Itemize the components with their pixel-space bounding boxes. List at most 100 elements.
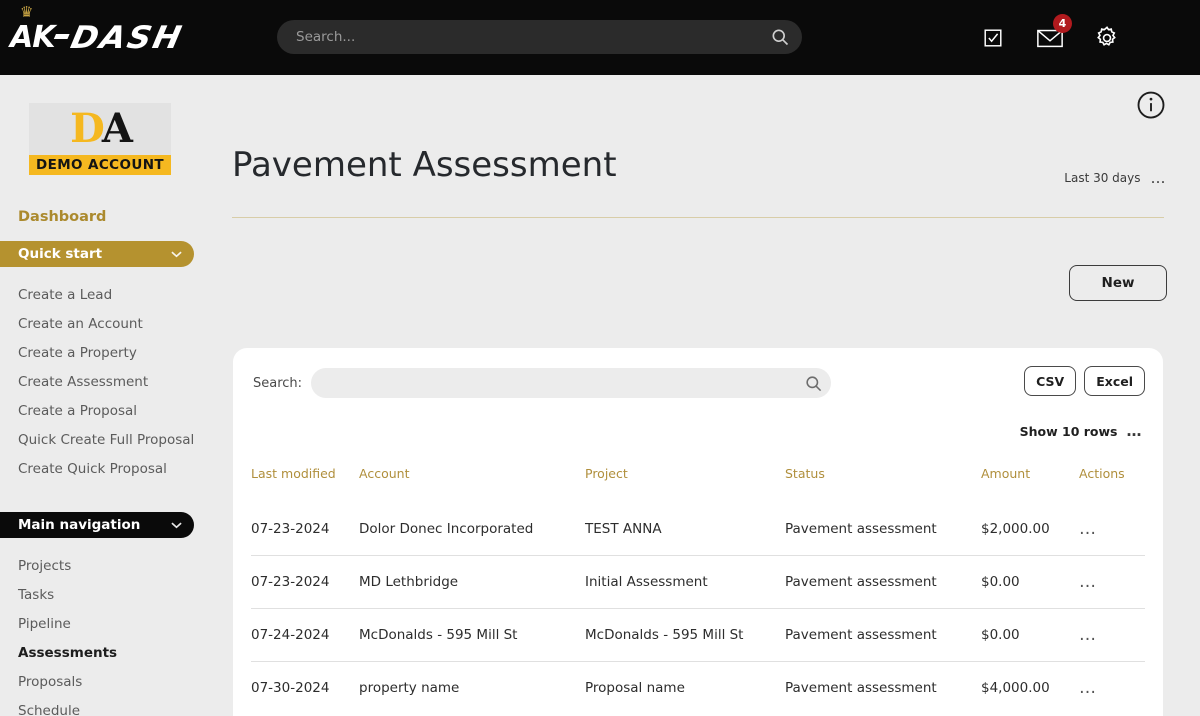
main-content: Pavement Assessment Last 30 days … New S… bbox=[200, 75, 1200, 716]
cell-account: property name bbox=[359, 661, 585, 714]
account-logo: DA DEMO ACCOUNT bbox=[29, 103, 171, 175]
table-search-row: Search: bbox=[253, 368, 832, 398]
table-search-label: Search: bbox=[253, 375, 303, 391]
date-range-more-icon[interactable]: … bbox=[1151, 170, 1168, 185]
sidebar-section-quick-start[interactable]: Quick start bbox=[0, 241, 194, 267]
table-search-input[interactable] bbox=[311, 375, 796, 391]
row-actions-more-icon[interactable]: … bbox=[1079, 503, 1145, 556]
gear-icon[interactable] bbox=[1093, 24, 1121, 52]
column-header-status[interactable]: Status bbox=[785, 466, 981, 503]
logo-letter-d: D bbox=[70, 105, 105, 152]
sidebar-item-create-a-proposal[interactable]: Create a Proposal bbox=[0, 397, 200, 426]
ak-logo-mark: ♛ AK bbox=[10, 5, 55, 56]
cell-status: Pavement assessment bbox=[785, 521, 937, 537]
crown-icon: ♛ bbox=[20, 3, 34, 21]
brand-secondary-text: DASH bbox=[67, 19, 187, 56]
excel-export-button[interactable]: Excel bbox=[1084, 366, 1145, 396]
sidebar: DA DEMO ACCOUNT Dashboard Quick start Cr… bbox=[0, 75, 200, 716]
sidebar-item-create-a-property[interactable]: Create a Property bbox=[0, 339, 200, 368]
cell-amount: $4,000.00 bbox=[981, 661, 1079, 714]
top-bar-icons: 4 bbox=[979, 0, 1186, 75]
search-icon[interactable] bbox=[795, 374, 831, 393]
cell-last-modified: 07-24-2024 bbox=[251, 608, 359, 662]
quick-start-label: Quick start bbox=[18, 246, 103, 262]
rows-per-page-more-icon[interactable]: … bbox=[1127, 424, 1144, 439]
column-header-account[interactable]: Account bbox=[359, 466, 585, 503]
column-header-last-modified[interactable]: Last modified bbox=[251, 466, 359, 503]
sidebar-item-quick-create-full-proposal[interactable]: Quick Create Full Proposal bbox=[0, 426, 200, 455]
sidebar-item-tasks[interactable]: Tasks bbox=[0, 581, 200, 610]
messages-badge: 4 bbox=[1053, 13, 1072, 33]
column-header-actions: Actions bbox=[1079, 466, 1125, 481]
account-logo-caption: DEMO ACCOUNT bbox=[29, 155, 171, 175]
top-app-bar: ♛ AK DASH 4 bbox=[0, 0, 1200, 75]
sidebar-item-proposals[interactable]: Proposals bbox=[0, 668, 200, 697]
cell-project: TEST ANNA bbox=[585, 521, 662, 537]
cell-account: MD Lethbridge bbox=[359, 555, 585, 609]
sidebar-item-pipeline[interactable]: Pipeline bbox=[0, 610, 200, 639]
cell-project: Proposal name bbox=[585, 661, 785, 714]
table-search[interactable] bbox=[311, 368, 832, 398]
new-button[interactable]: New bbox=[1069, 265, 1167, 301]
sidebar-item-schedule[interactable]: Schedule bbox=[0, 697, 200, 716]
search-icon[interactable] bbox=[758, 27, 802, 47]
date-range-control[interactable]: Last 30 days … bbox=[1064, 170, 1168, 185]
account-initials: DA bbox=[70, 109, 133, 149]
rows-per-page-label: Show 10 rows bbox=[1019, 424, 1118, 439]
main-navigation-label: Main navigation bbox=[18, 517, 141, 533]
cell-status: Pavement assessment bbox=[785, 608, 981, 662]
sidebar-item-assessments[interactable]: Assessments bbox=[0, 639, 200, 668]
cell-amount: $0.00 bbox=[981, 555, 1079, 609]
cell-status: Pavement assessment bbox=[785, 555, 981, 609]
table-row[interactable]: 07-23-2024 MD Lethbridge Initial Assessm… bbox=[251, 555, 1145, 609]
page-title: Pavement Assessment bbox=[232, 145, 617, 185]
main-navigation-list: Projects Tasks Pipeline Assessments Prop… bbox=[0, 552, 200, 716]
app-logo[interactable]: ♛ AK DASH bbox=[0, 0, 200, 75]
column-header-amount[interactable]: Amount bbox=[981, 466, 1079, 503]
cell-last-modified: 07-23-2024 bbox=[251, 521, 330, 537]
info-circle-icon[interactable] bbox=[1136, 90, 1166, 124]
table-body: 07-23-2024 Dolor Donec Incorporated TEST… bbox=[251, 503, 1145, 714]
table-row[interactable]: 07-30-2024 property name Proposal name P… bbox=[251, 661, 1145, 714]
date-range-label: Last 30 days bbox=[1064, 171, 1141, 185]
rows-per-page-control[interactable]: Show 10 rows … bbox=[1019, 424, 1144, 440]
cell-project: McDonalds - 595 Mill St bbox=[585, 608, 785, 662]
messages-icon[interactable]: 4 bbox=[1036, 13, 1072, 52]
sidebar-item-create-quick-proposal[interactable]: Create Quick Proposal bbox=[0, 455, 200, 484]
sidebar-item-create-a-lead[interactable]: Create a Lead bbox=[0, 281, 200, 310]
assessments-table: Last modified Account Project Status Amo… bbox=[251, 466, 1145, 714]
cell-project: Initial Assessment bbox=[585, 555, 785, 609]
csv-export-button[interactable]: CSV bbox=[1024, 366, 1077, 396]
row-actions-more-icon[interactable]: … bbox=[1079, 555, 1145, 609]
table-head: Last modified Account Project Status Amo… bbox=[251, 466, 1145, 503]
cell-account: Dolor Donec Incorporated bbox=[359, 521, 534, 537]
account-logo-mark: DA bbox=[29, 103, 171, 155]
brand-primary-text: AK bbox=[10, 20, 55, 55]
cell-status: Pavement assessment bbox=[785, 661, 981, 714]
row-actions-more-icon[interactable]: … bbox=[1079, 661, 1145, 714]
cell-last-modified: 07-30-2024 bbox=[251, 661, 359, 714]
sidebar-item-create-assessment[interactable]: Create Assessment bbox=[0, 368, 200, 397]
logo-letter-a: A bbox=[101, 105, 133, 152]
table-header-row: Last modified Account Project Status Amo… bbox=[251, 466, 1145, 503]
table-row[interactable]: 07-24-2024 McDonalds - 595 Mill St McDon… bbox=[251, 608, 1145, 662]
title-divider bbox=[232, 217, 1164, 218]
chevron-down-icon[interactable] bbox=[171, 248, 182, 261]
sidebar-item-projects[interactable]: Projects bbox=[0, 552, 200, 581]
cell-amount: $0.00 bbox=[981, 608, 1079, 662]
assessments-card: Search: CSV Excel Show 10 rows … Last mo… bbox=[233, 348, 1163, 716]
cell-account: McDonalds - 595 Mill St bbox=[359, 608, 585, 662]
chevron-down-icon[interactable] bbox=[171, 519, 182, 532]
global-search-input[interactable] bbox=[277, 29, 758, 45]
column-header-project[interactable]: Project bbox=[585, 466, 785, 503]
sidebar-item-create-an-account[interactable]: Create an Account bbox=[0, 310, 200, 339]
row-actions-more-icon[interactable]: … bbox=[1079, 608, 1145, 662]
tasks-icon[interactable] bbox=[979, 24, 1007, 52]
export-buttons: CSV Excel bbox=[1024, 366, 1145, 396]
sidebar-section-main-navigation[interactable]: Main navigation bbox=[0, 512, 194, 538]
quick-start-list: Create a Lead Create an Account Create a… bbox=[0, 281, 200, 484]
table-row[interactable]: 07-23-2024 Dolor Donec Incorporated TEST… bbox=[251, 503, 1145, 556]
hamburger-menu-icon[interactable] bbox=[1150, 24, 1180, 52]
global-search[interactable] bbox=[277, 20, 802, 54]
sidebar-item-dashboard[interactable]: Dashboard bbox=[18, 209, 200, 225]
